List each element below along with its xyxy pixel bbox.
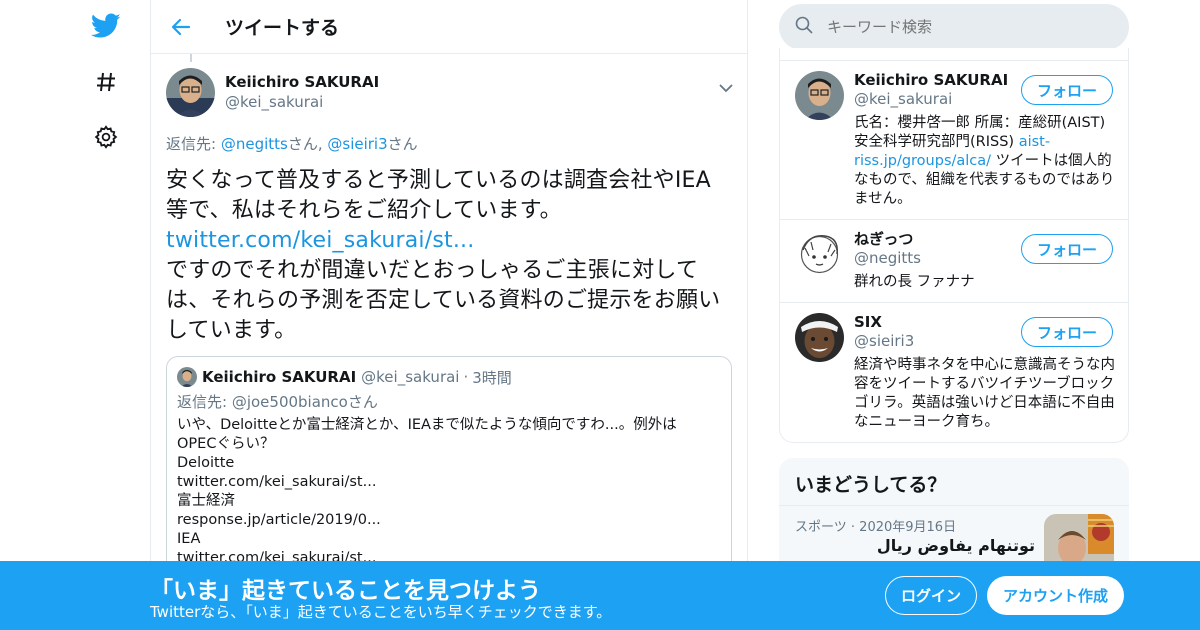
quoted-line: いや、Deloitteとか富士経済とか、IEAまで似たような傾向ですわ...。例… [177, 417, 677, 433]
banner-subtitle: Twitterなら、「いま」起きていることをいち早くチェックできます。 [150, 603, 612, 621]
quoted-avatar [177, 367, 197, 387]
back-button[interactable] [151, 0, 211, 54]
reply-prefix: 返信先: [166, 135, 221, 153]
quoted-tweet-header: Keiichiro SAKURAI @kei_sakurai · 3時間 [177, 366, 721, 388]
banner-title: 「いま」起きていることを見つけよう [150, 578, 541, 604]
author-name[interactable]: Keiichiro SAKURAI [225, 72, 379, 92]
user-name[interactable]: ねぎっつ [854, 229, 913, 249]
search-input[interactable] [827, 18, 1087, 36]
follow-button[interactable]: フォロー [1021, 317, 1113, 347]
search-icon [795, 16, 813, 38]
user-card: SIX @sieiri3 フォロー 経済や時事ネタを中心に意識高そうな内容をツイ… [780, 302, 1128, 442]
tweet-text-part: ですのでそれが間違いだとおっしゃるご主張に対しては、それらの予測を否定している資… [166, 258, 721, 343]
quoted-author-name: Keiichiro SAKURAI [202, 368, 357, 386]
avatar[interactable] [795, 230, 844, 279]
quoted-line: OPECぐらい？ [177, 436, 275, 452]
user-bio: 氏名：櫻井啓一郎 所属：産総研(AIST)安全科学研究部門(RISS) aist… [854, 114, 1116, 209]
reply-separator: さん, [287, 135, 328, 153]
trend-separator: · [850, 520, 856, 535]
trend-category: スポーツ [795, 520, 847, 535]
quoted-line: twitter.com/kei_sakurai/st... [177, 474, 377, 490]
quoted-separator: · [463, 368, 469, 386]
page-title: ツイートする [225, 17, 340, 39]
user-bio: 経済や時事ネタを中心に意識高そうな内容をツイートするバツイチツーブロックゴリラ。… [854, 357, 1115, 430]
hashtag-icon[interactable] [90, 66, 122, 98]
quoted-line: response.jp/article/2019/0... [177, 512, 381, 528]
signup-banner: 「いま」起きていることを見つけよう Twitterなら、「いま」起きていることを… [0, 561, 1200, 630]
user-handle[interactable]: @negitts [854, 248, 921, 268]
avatar[interactable] [795, 71, 844, 120]
left-nav [80, 0, 130, 630]
main-tweet: Keiichiro SAKURAI @kei_sakurai 返信先: @neg… [151, 54, 747, 596]
quoted-author-handle: @kei_sakurai [361, 368, 460, 386]
quoted-tweet[interactable]: Keiichiro SAKURAI @kei_sakurai · 3時間 返信先… [166, 356, 732, 596]
reply-user-link[interactable]: @sieiri3 [327, 135, 387, 153]
user-handle[interactable]: @sieiri3 [854, 331, 914, 351]
quoted-tweet-text: いや、Deloitteとか富士経済とか、IEAまで似たような傾向ですわ...。例… [177, 416, 721, 568]
search-box[interactable] [779, 4, 1129, 50]
gear-icon[interactable] [90, 121, 122, 153]
avatar[interactable] [795, 313, 844, 362]
follow-button[interactable]: フォロー [1021, 75, 1113, 105]
quoted-timestamp: 3時間 [472, 368, 512, 387]
divider [779, 505, 1129, 506]
user-bio: 群れの長 ファナナ [854, 274, 975, 290]
quoted-line: 富士経済 [177, 493, 235, 509]
trend-date: 2020年9月16日 [859, 520, 957, 535]
login-button[interactable]: ログイン [885, 576, 977, 615]
tweet-text: 安くなって普及すると予測しているのは調査会社やIEA等で、私はそれらをご紹介して… [166, 166, 732, 346]
tweet-link[interactable]: twitter.com/kei_sakurai/st... [166, 228, 474, 253]
tweet-text-part: 安くなって普及すると予測しているのは調査会社やIEA等で、私はそれらをご紹介して… [166, 168, 711, 223]
quoted-line: IEA [177, 531, 201, 547]
quoted-reply-prefix: 返信先: [177, 393, 232, 411]
reply-context: 返信先: @negittsさん, @sieiri3さん [166, 134, 732, 154]
tweet-author[interactable]: Keiichiro SAKURAI @kei_sakurai [166, 66, 732, 118]
user-card: Keiichiro SAKURAI @kei_sakurai フォロー 氏名：櫻… [780, 60, 1128, 220]
signup-button[interactable]: アカウント作成 [987, 576, 1124, 615]
quoted-line: Deloitte [177, 455, 235, 471]
quoted-reply-context: 返信先: @joe500biancoさん [177, 392, 721, 412]
page-header: ツイートする [151, 0, 747, 54]
quoted-reply-suffix: さん [347, 393, 378, 411]
user-handle[interactable]: @kei_sakurai [854, 89, 952, 109]
follow-button[interactable]: フォロー [1021, 234, 1113, 264]
twitter-bird-icon[interactable] [90, 10, 122, 42]
reply-suffix: さん [387, 135, 418, 153]
user-name[interactable]: Keiichiro SAKURAI [854, 70, 1008, 90]
main-column: ツイートする Keiichiro SAKURAI @kei_sakurai 返信… [150, 0, 748, 630]
user-card: ねぎっつ @negitts フォロー 群れの長 ファナナ [780, 219, 1128, 302]
arrow-left-icon [171, 18, 191, 35]
trend-meta: スポーツ · 2020年9月16日 [795, 516, 956, 535]
user-name[interactable]: SIX [854, 312, 882, 332]
quoted-reply-user: @joe500bianco [231, 393, 348, 411]
reply-user-link[interactable]: @negitts [221, 135, 288, 153]
trends-title: いまどうしてる？ [795, 474, 947, 496]
author-handle[interactable]: @kei_sakurai [225, 92, 379, 112]
related-users-card: Keiichiro SAKURAI @kei_sakurai フォロー 氏名：櫻… [779, 48, 1129, 443]
avatar[interactable] [166, 67, 215, 117]
chevron-down-icon[interactable] [719, 78, 733, 97]
bio-text: 氏名：櫻井啓一郎 所属：産総研(AIST)安全科学研究部門(RISS) [854, 115, 1106, 150]
